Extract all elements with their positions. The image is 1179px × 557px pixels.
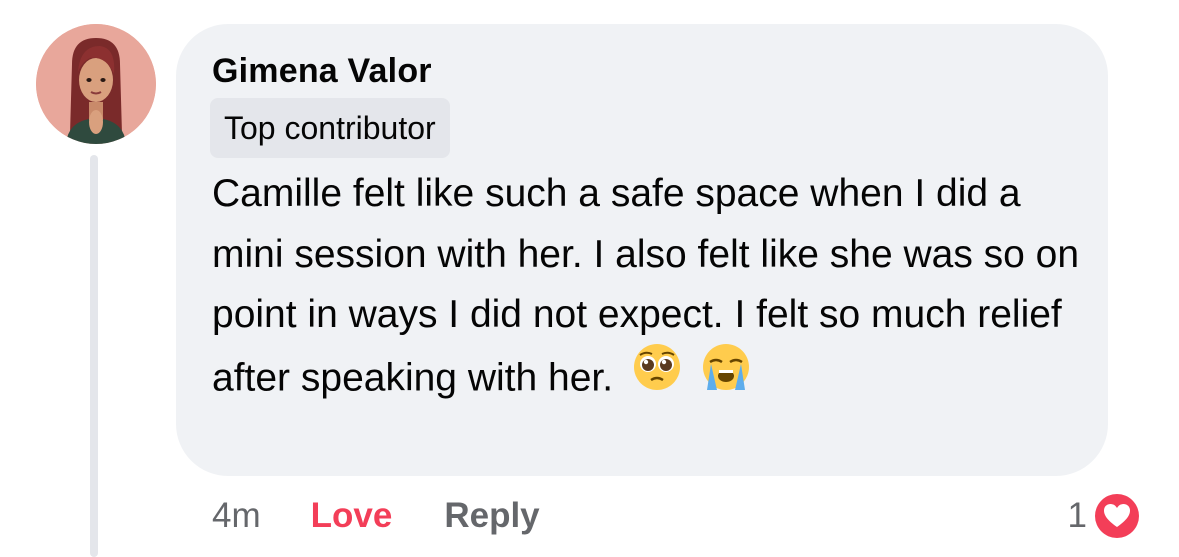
- avatar[interactable]: [36, 24, 156, 144]
- author-name[interactable]: Gimena Valor: [212, 52, 432, 91]
- reply-button[interactable]: Reply: [444, 496, 539, 536]
- reaction-summary[interactable]: 1: [1068, 488, 1143, 544]
- top-contributor-badge: Top contributor: [210, 98, 450, 158]
- love-heart-icon: [1091, 490, 1143, 542]
- comment-timestamp[interactable]: 4m: [212, 496, 261, 536]
- comment-actions: 4m Love Reply: [212, 492, 540, 540]
- avatar-illustration: [36, 24, 156, 144]
- loudly-crying-face-icon: [701, 342, 751, 411]
- pleading-face-icon: [632, 342, 682, 411]
- comment-thread: Gimena Valor Top contributor Camille fel…: [0, 0, 1179, 557]
- reaction-count: 1: [1067, 496, 1087, 535]
- thread-connector-line: [90, 155, 98, 557]
- love-button[interactable]: Love: [311, 496, 393, 536]
- comment-text-container: Camille felt like such a safe space when…: [212, 164, 1092, 414]
- comment-bubble: Gimena Valor Top contributor Camille fel…: [176, 24, 1108, 476]
